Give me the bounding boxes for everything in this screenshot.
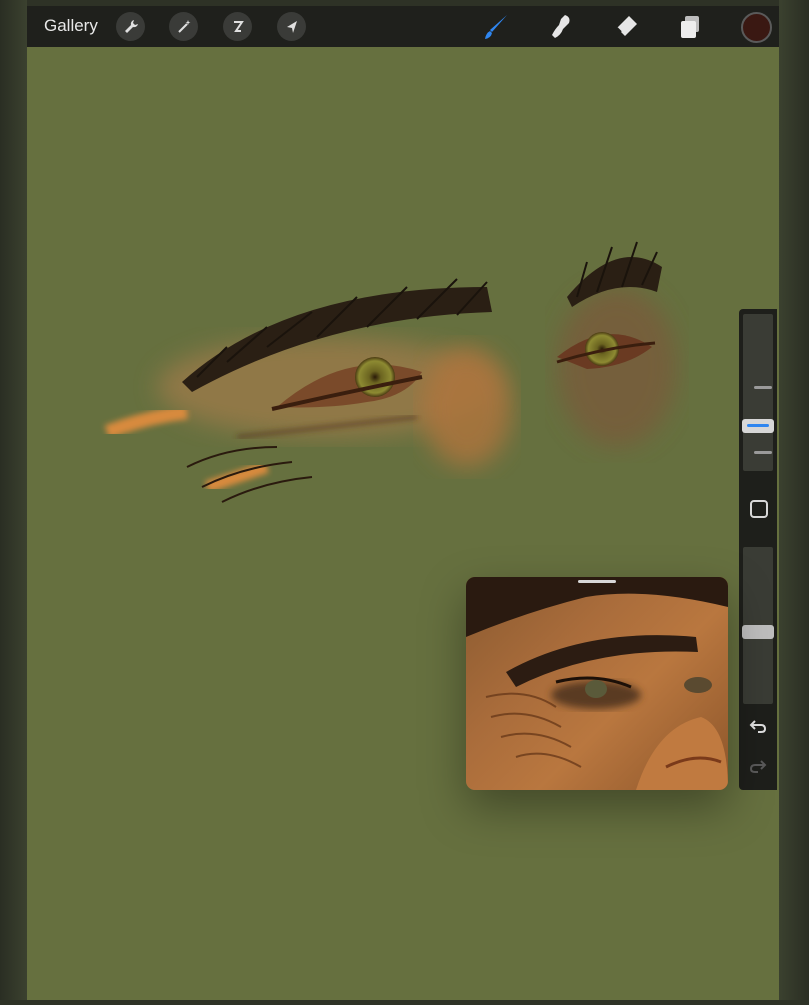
painted-left-eye	[104, 278, 512, 503]
smudge-tool[interactable]	[545, 11, 577, 43]
redo-button[interactable]	[747, 755, 769, 777]
layers-tool[interactable]	[674, 11, 706, 43]
opacity-thumb[interactable]	[742, 625, 774, 639]
brush-icon	[485, 15, 507, 39]
color-picker-button[interactable]	[741, 12, 772, 43]
wrench-icon	[124, 19, 138, 33]
eraser-icon	[616, 16, 637, 36]
reference-image-window[interactable]	[466, 577, 728, 790]
reference-photo	[466, 577, 728, 790]
gallery-button[interactable]: Gallery	[44, 16, 98, 36]
selection-icon	[233, 20, 244, 32]
actions-button[interactable]	[116, 12, 145, 41]
size-indicator	[747, 424, 769, 427]
device-frame-right	[779, 0, 809, 1000]
drawing-canvas[interactable]	[27, 47, 779, 1000]
brush-size-thumb[interactable]	[742, 419, 774, 433]
size-tick	[754, 451, 772, 454]
brush-size-slider[interactable]	[742, 314, 774, 471]
selection-button[interactable]	[223, 12, 252, 41]
undo-icon	[749, 720, 767, 733]
transform-button[interactable]	[277, 12, 306, 41]
opacity-slider[interactable]	[742, 547, 774, 704]
arrow-cursor-icon	[286, 20, 297, 33]
size-tick	[754, 386, 772, 389]
artwork	[104, 241, 677, 503]
adjustments-button[interactable]	[169, 12, 198, 41]
layers-icon	[681, 16, 699, 38]
painted-right-eye	[556, 241, 677, 447]
smudge-icon	[552, 15, 570, 38]
reference-drag-handle[interactable]	[578, 580, 616, 583]
undo-button[interactable]	[747, 715, 769, 737]
paint-tool[interactable]	[480, 11, 512, 43]
erase-tool[interactable]	[610, 11, 642, 43]
sidebar	[739, 309, 777, 790]
magic-wand-icon	[177, 19, 190, 33]
redo-icon	[749, 760, 767, 773]
top-toolbar: Gallery	[27, 6, 779, 47]
modify-button[interactable]	[750, 500, 768, 518]
device-frame-left	[0, 0, 27, 1000]
